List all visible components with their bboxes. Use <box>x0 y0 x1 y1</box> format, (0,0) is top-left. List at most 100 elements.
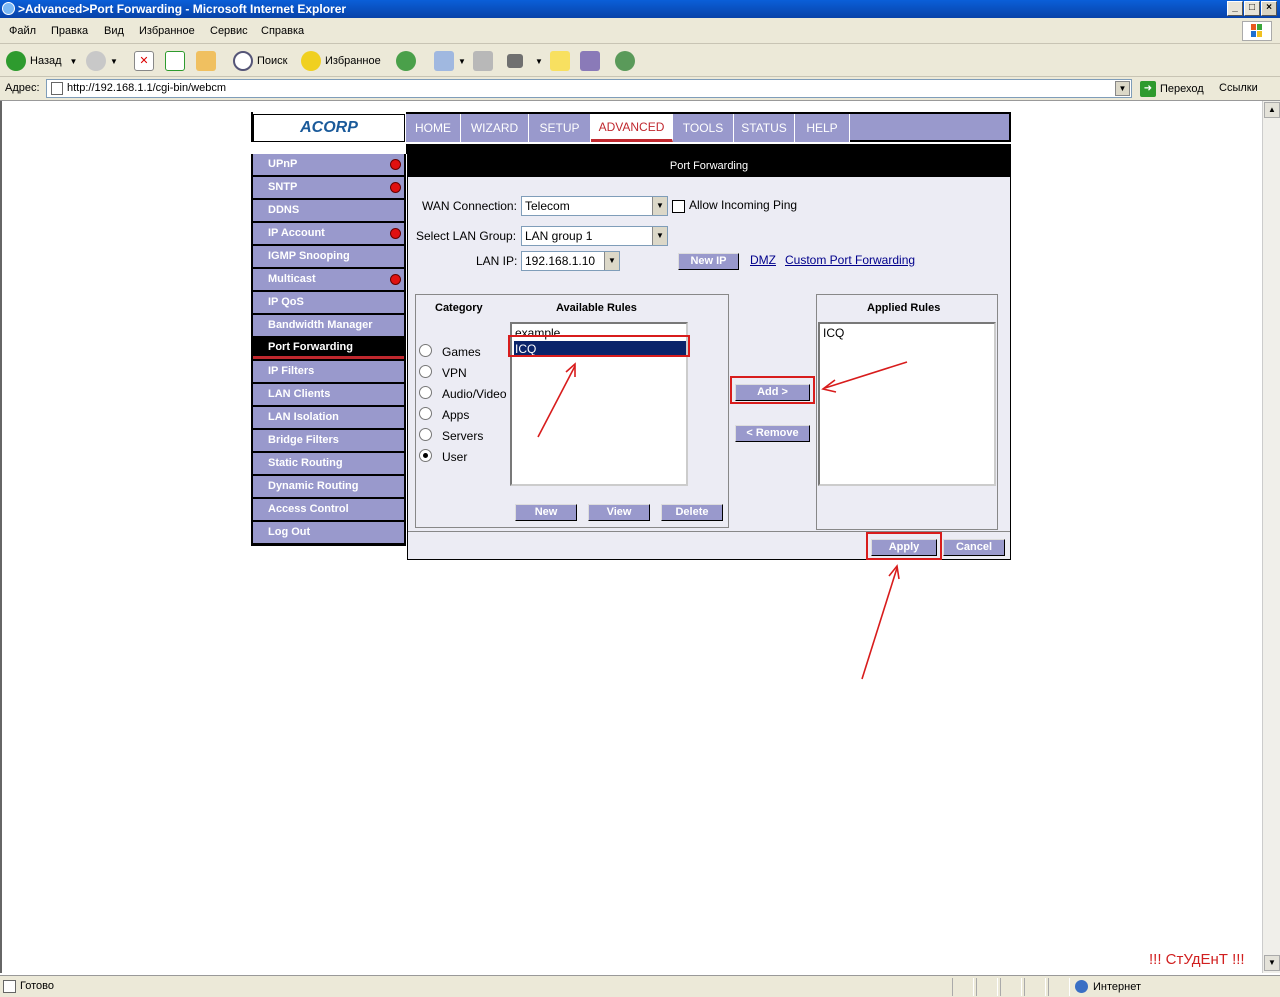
cancel-button[interactable]: Cancel <box>943 539 1005 556</box>
forward-arrow-icon <box>86 51 106 71</box>
lan-ip-select[interactable]: 192.168.1.10 ▼ <box>521 251 620 271</box>
lan-group-select[interactable]: LAN group 1 ▼ <box>521 226 668 246</box>
list-item[interactable]: ICQ <box>822 325 994 341</box>
custom-port-forwarding-link[interactable]: Custom Port Forwarding <box>785 253 915 267</box>
close-button[interactable]: × <box>1261 1 1277 16</box>
window-titlebar: >Advanced>Port Forwarding - Microsoft In… <box>0 0 1280 18</box>
radio-user[interactable] <box>419 449 432 462</box>
address-input[interactable]: http://192.168.1.1/cgi-bin/webcm ▼ <box>46 79 1132 98</box>
chevron-down-icon: ▼ <box>652 197 667 215</box>
address-bar: Адрес: http://192.168.1.1/cgi-bin/webcm … <box>0 77 1280 101</box>
wan-connection-select[interactable]: Telecom ▼ <box>521 196 668 216</box>
radio-apps[interactable] <box>419 407 432 420</box>
back-dropdown-icon[interactable]: ▼ <box>70 57 78 66</box>
sidebar-item-log-out[interactable]: Log Out <box>253 522 404 543</box>
sidebar-item-ddns[interactable]: DDNS <box>253 200 404 221</box>
dmz-link[interactable]: DMZ <box>750 253 776 267</box>
menu-view[interactable]: Вид <box>104 25 124 37</box>
research-button[interactable] <box>580 50 604 72</box>
refresh-button[interactable] <box>165 50 189 72</box>
tab-advanced[interactable]: ADVANCED <box>591 114 673 142</box>
discuss-button[interactable] <box>550 50 574 72</box>
tab-status[interactable]: STATUS <box>734 114 795 142</box>
radio-servers[interactable] <box>419 428 432 441</box>
radio-games[interactable] <box>419 344 432 357</box>
globe-icon <box>1075 980 1088 993</box>
menu-tools[interactable]: Сервис <box>210 25 248 37</box>
chevron-down-icon: ▼ <box>652 227 667 245</box>
address-dropdown-icon[interactable]: ▼ <box>1115 81 1130 96</box>
menu-file[interactable]: Файл <box>9 25 36 37</box>
mail-dropdown-icon[interactable]: ▼ <box>458 57 466 66</box>
menu-favorites[interactable]: Избранное <box>139 25 195 37</box>
print-button[interactable] <box>473 50 497 72</box>
sidebar-item-bandwidth-manager[interactable]: Bandwidth Manager <box>253 315 404 336</box>
links-button[interactable]: Ссылки <box>1219 82 1258 94</box>
edit-dropdown-icon[interactable]: ▼ <box>535 57 543 66</box>
mail-button[interactable]: ▼ <box>434 50 466 72</box>
windows-logo <box>1242 21 1272 41</box>
new-rule-button[interactable]: New <box>515 504 577 521</box>
sidebar-item-bridge-filters[interactable]: Bridge Filters <box>253 430 404 451</box>
lan-ip-label: LAN IP: <box>476 254 518 268</box>
sidebar-item-ip-filters[interactable]: IP Filters <box>253 361 404 382</box>
sidebar-item-upnp[interactable]: UPnP <box>253 154 404 175</box>
scroll-down-icon[interactable]: ▼ <box>1264 955 1280 971</box>
remove-rule-button[interactable]: < Remove <box>735 425 810 442</box>
watermark: !!! СтУдЕнТ !!! <box>1149 951 1245 968</box>
home-button[interactable] <box>196 50 220 72</box>
lan-group-label: Select LAN Group: <box>416 229 517 243</box>
maximize-button[interactable]: □ <box>1244 1 1260 16</box>
star-icon <box>301 51 321 71</box>
mail-icon <box>434 51 454 71</box>
minimize-button[interactable]: _ <box>1227 1 1243 16</box>
edit-button[interactable]: ▼ <box>507 50 543 72</box>
forward-dropdown-icon[interactable]: ▼ <box>110 57 118 66</box>
messenger-button[interactable] <box>615 50 639 72</box>
radio-vpn[interactable] <box>419 365 432 378</box>
stop-button[interactable]: ✕ <box>134 50 158 72</box>
menu-bar: Файл Правка Вид Избранное Сервис Справка <box>0 18 1280 44</box>
category-vpn-label: VPN <box>442 366 467 380</box>
tab-tools[interactable]: TOOLS <box>673 114 734 142</box>
delete-rule-button[interactable]: Delete <box>661 504 723 521</box>
sidebar-item-lan-clients[interactable]: LAN Clients <box>253 384 404 405</box>
scroll-up-icon[interactable]: ▲ <box>1264 102 1280 118</box>
tab-home[interactable]: HOME <box>406 114 461 142</box>
status-dot-icon <box>390 228 401 239</box>
sidebar-item-lan-isolation[interactable]: LAN Isolation <box>253 407 404 428</box>
sidebar-item-dynamic-routing[interactable]: Dynamic Routing <box>253 476 404 497</box>
ie-icon <box>2 2 15 15</box>
view-rule-button[interactable]: View <box>588 504 650 521</box>
menu-edit[interactable]: Правка <box>51 25 88 37</box>
sidebar-item-static-routing[interactable]: Static Routing <box>253 453 404 474</box>
search-button[interactable]: Поиск <box>233 50 287 72</box>
applied-rules-list[interactable]: ICQ <box>818 322 996 486</box>
menu-help[interactable]: Справка <box>261 25 304 37</box>
note-icon <box>550 51 570 71</box>
sidebar-item-ip-account[interactable]: IP Account <box>253 223 404 244</box>
highlight-box <box>866 532 942 560</box>
tab-wizard[interactable]: WIZARD <box>461 114 529 142</box>
vertical-scrollbar[interactable]: ▲ ▼ <box>1262 101 1280 973</box>
sidebar-item-multicast[interactable]: Multicast <box>253 269 404 290</box>
sidebar-item-ip-qos[interactable]: IP QoS <box>253 292 404 313</box>
tab-setup[interactable]: SETUP <box>529 114 591 142</box>
sidebar-item-port-forwarding[interactable]: Port Forwarding <box>253 338 404 359</box>
sidebar-item-sntp[interactable]: SNTP <box>253 177 404 198</box>
allow-ping-checkbox[interactable] <box>672 200 685 213</box>
tab-help[interactable]: HELP <box>795 114 850 142</box>
sidebar-item-igmp-snooping[interactable]: IGMP Snooping <box>253 246 404 267</box>
back-arrow-icon <box>6 51 26 71</box>
history-button[interactable] <box>396 50 420 72</box>
sidebar-item-access-control[interactable]: Access Control <box>253 499 404 520</box>
go-button[interactable]: ➜ Переход <box>1140 81 1204 97</box>
forward-button[interactable]: ▼ <box>86 50 118 72</box>
status-bar: Готово Интернет <box>0 975 1280 997</box>
back-button[interactable]: Назад ▼ <box>6 50 77 72</box>
messenger-icon <box>615 51 635 71</box>
new-ip-button[interactable]: New IP <box>678 253 739 270</box>
radio-audio-video[interactable] <box>419 386 432 399</box>
page-icon <box>3 980 16 993</box>
favorites-button[interactable]: Избранное <box>301 50 381 72</box>
